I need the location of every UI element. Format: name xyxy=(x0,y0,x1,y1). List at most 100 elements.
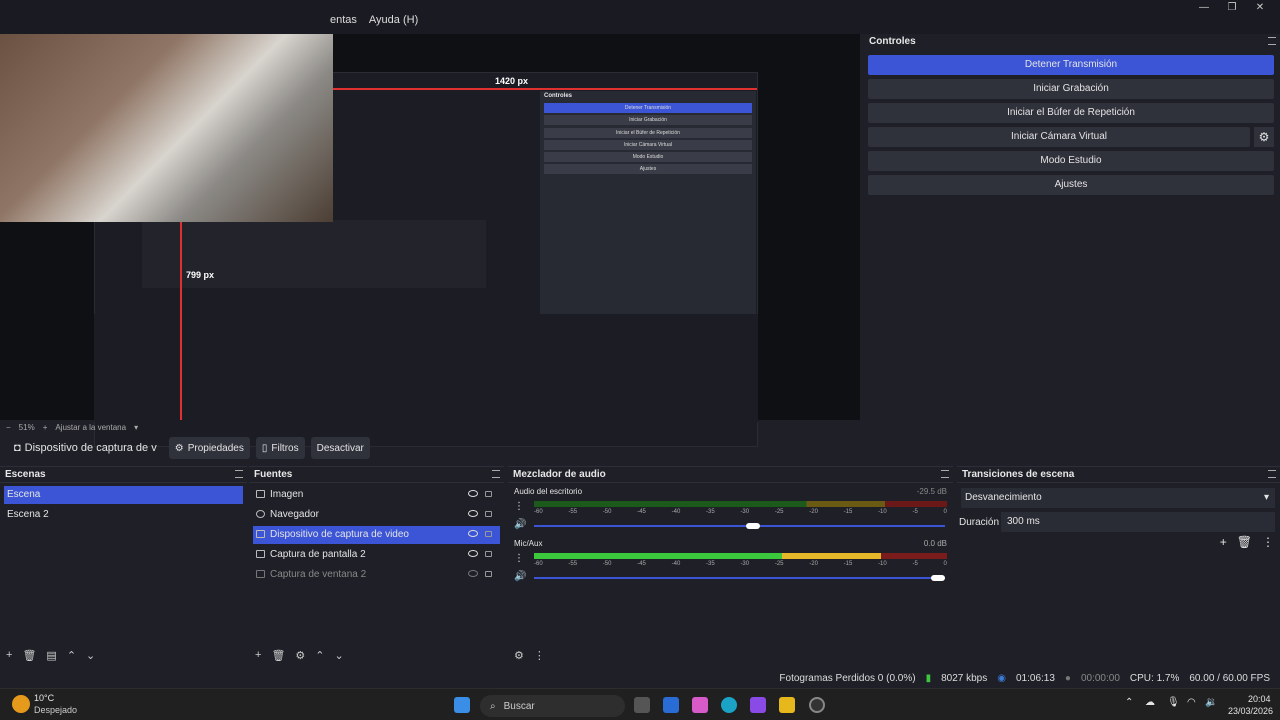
visibility-icon[interactable] xyxy=(468,490,478,497)
volume-slider[interactable] xyxy=(534,523,945,529)
channel-menu-icon[interactable]: ⋮ xyxy=(514,501,524,512)
task-view-icon[interactable] xyxy=(634,697,650,713)
clock-date[interactable]: 23/03/2026 xyxy=(1228,706,1273,716)
scale-tick: -5 xyxy=(912,509,918,515)
add-icon[interactable]: + xyxy=(255,649,261,661)
speaker-icon[interactable]: 🔊 xyxy=(514,519,526,530)
move-up-icon[interactable]: ⌃ xyxy=(67,649,76,662)
clock-time[interactable]: 20:04 xyxy=(1248,694,1271,704)
tray-chevron-icon[interactable]: ⌃ xyxy=(1125,697,1133,708)
dock-menu-icon[interactable] xyxy=(1268,470,1276,478)
visibility-hidden-icon[interactable] xyxy=(468,570,478,577)
scene-item[interactable]: Escena xyxy=(4,486,243,504)
fit-to-window-label[interactable]: Ajustar a la ventana xyxy=(55,423,126,432)
volume-icon[interactable]: 🔉 xyxy=(1205,697,1217,708)
source-item[interactable]: Dispositivo de captura de video xyxy=(253,526,500,544)
source-item[interactable]: Navegador xyxy=(253,506,500,524)
visibility-icon[interactable] xyxy=(468,550,478,557)
volume-meter xyxy=(534,501,947,507)
add-icon[interactable]: + xyxy=(1220,535,1227,549)
captured-controls-dock: Controles Detener Transmisión Iniciar Gr… xyxy=(540,91,756,315)
taskbar-search[interactable]: ⌕ Buscar xyxy=(480,695,625,717)
move-up-icon[interactable]: ⌃ xyxy=(315,649,324,662)
scale-tick: -15 xyxy=(843,561,853,567)
add-icon[interactable]: + xyxy=(6,649,12,661)
start-replay-buffer-button[interactable]: Iniciar el Búfer de Repetición xyxy=(868,103,1274,123)
dock-menu-icon[interactable] xyxy=(235,470,243,478)
visibility-icon[interactable] xyxy=(468,510,478,517)
move-down-icon[interactable]: ⌄ xyxy=(86,649,95,662)
dock-menu-icon[interactable] xyxy=(492,470,500,478)
mic-icon[interactable]: 🎙 xyxy=(1167,697,1180,708)
selected-source-name: Dispositivo de captura de v xyxy=(24,442,157,454)
lock-icon[interactable] xyxy=(485,511,492,517)
scale-tick: -50 xyxy=(602,509,612,515)
volume-meter xyxy=(534,553,947,559)
volume-slider-handle[interactable] xyxy=(746,523,761,529)
app-icon[interactable] xyxy=(750,697,766,713)
filter-icon[interactable]: ▤ xyxy=(46,649,56,662)
file-explorer-icon[interactable] xyxy=(779,697,795,713)
scale-tick: -45 xyxy=(637,561,646,567)
trash-icon[interactable]: 🗑 xyxy=(1237,535,1252,549)
properties-button[interactable]: ⚙ Propiedades xyxy=(168,437,250,459)
stop-stream-button[interactable]: Detener Transmisión xyxy=(868,55,1274,75)
duration-spinbox[interactable]: 300 ms xyxy=(1001,512,1275,532)
source-item[interactable]: Imagen xyxy=(253,486,500,504)
obs-icon[interactable] xyxy=(809,697,825,713)
studio-mode-button[interactable]: Modo Estudio xyxy=(868,151,1274,171)
trash-icon[interactable]: 🗑 xyxy=(22,649,36,662)
menu-item-help[interactable]: Ayuda (H) xyxy=(369,14,418,32)
store-icon[interactable] xyxy=(663,697,679,713)
menu-icon[interactable]: ⋮ xyxy=(1262,535,1274,549)
menu-item-tools[interactable]: entas xyxy=(330,14,357,32)
edge-icon[interactable] xyxy=(721,697,737,713)
minimize-button[interactable]: — xyxy=(1196,2,1212,14)
chevron-down-icon[interactable]: ▾ xyxy=(134,423,138,432)
webcam-overlay xyxy=(0,34,333,222)
virtual-camera-settings-icon[interactable]: ⚙ xyxy=(1254,127,1274,147)
menu-icon[interactable]: ⋮ xyxy=(534,649,545,662)
scene-item[interactable]: Escena 2 xyxy=(4,506,243,524)
start-recording-button[interactable]: Iniciar Grabación xyxy=(868,79,1274,99)
speaker-icon[interactable]: 🔊 xyxy=(514,571,526,582)
scale-tick: -40 xyxy=(671,561,681,567)
preview-status-bar: − 51% + Ajustar a la ventana ▾ xyxy=(0,420,860,434)
trash-icon[interactable]: 🗑 xyxy=(271,649,285,662)
volume-slider-handle[interactable] xyxy=(931,575,945,581)
transition-select-value: Desvanecimiento xyxy=(965,492,1042,503)
zoom-in-icon[interactable]: + xyxy=(43,423,48,432)
copilot-icon[interactable] xyxy=(692,697,708,713)
channel-menu-icon[interactable]: ⋮ xyxy=(514,553,524,564)
source-item[interactable]: Captura de pantalla 2 xyxy=(253,546,500,564)
zoom-out-icon[interactable]: − xyxy=(6,423,11,432)
gear-icon[interactable]: ⚙ xyxy=(295,649,305,662)
lock-icon[interactable] xyxy=(485,551,492,557)
dock-menu-icon[interactable] xyxy=(1268,37,1276,45)
dock-menu-icon[interactable] xyxy=(941,470,949,478)
maximize-button[interactable]: ❐ xyxy=(1224,2,1240,14)
move-down-icon[interactable]: ⌄ xyxy=(335,649,344,662)
weather-icon[interactable] xyxy=(12,695,30,713)
transition-select[interactable]: Desvanecimiento ▾ xyxy=(961,488,1275,508)
deactivate-button[interactable]: Desactivar xyxy=(310,437,370,459)
start-virtual-camera-button[interactable]: Iniciar Cámara Virtual xyxy=(868,127,1250,147)
network-icon[interactable]: ☁ xyxy=(1145,697,1155,708)
status-bar: Fotogramas Perdidos 0 (0.0%) ▮ 8027 kbps… xyxy=(0,668,1280,688)
volume-slider[interactable] xyxy=(534,575,945,581)
filter-icon: ▯ xyxy=(261,442,268,454)
monitor-icon xyxy=(256,550,265,558)
wifi-icon[interactable]: ◠ xyxy=(1187,697,1196,708)
lock-icon[interactable] xyxy=(485,531,492,537)
settings-button[interactable]: Ajustes xyxy=(868,175,1274,195)
filters-button[interactable]: ▯ Filtros xyxy=(255,437,305,459)
visibility-icon[interactable] xyxy=(468,530,478,537)
lock-icon[interactable] xyxy=(485,491,492,497)
source-item[interactable]: Captura de ventana 2 xyxy=(253,566,500,584)
link-icon[interactable]: ⚙ xyxy=(514,649,524,662)
start-icon[interactable] xyxy=(454,697,470,713)
close-button[interactable]: ✕ xyxy=(1252,2,1268,14)
scale-tick: 0 xyxy=(943,509,947,515)
preview-canvas[interactable]: Controles Detener Transmisión Iniciar Gr… xyxy=(0,34,860,447)
lock-icon[interactable] xyxy=(485,571,492,577)
